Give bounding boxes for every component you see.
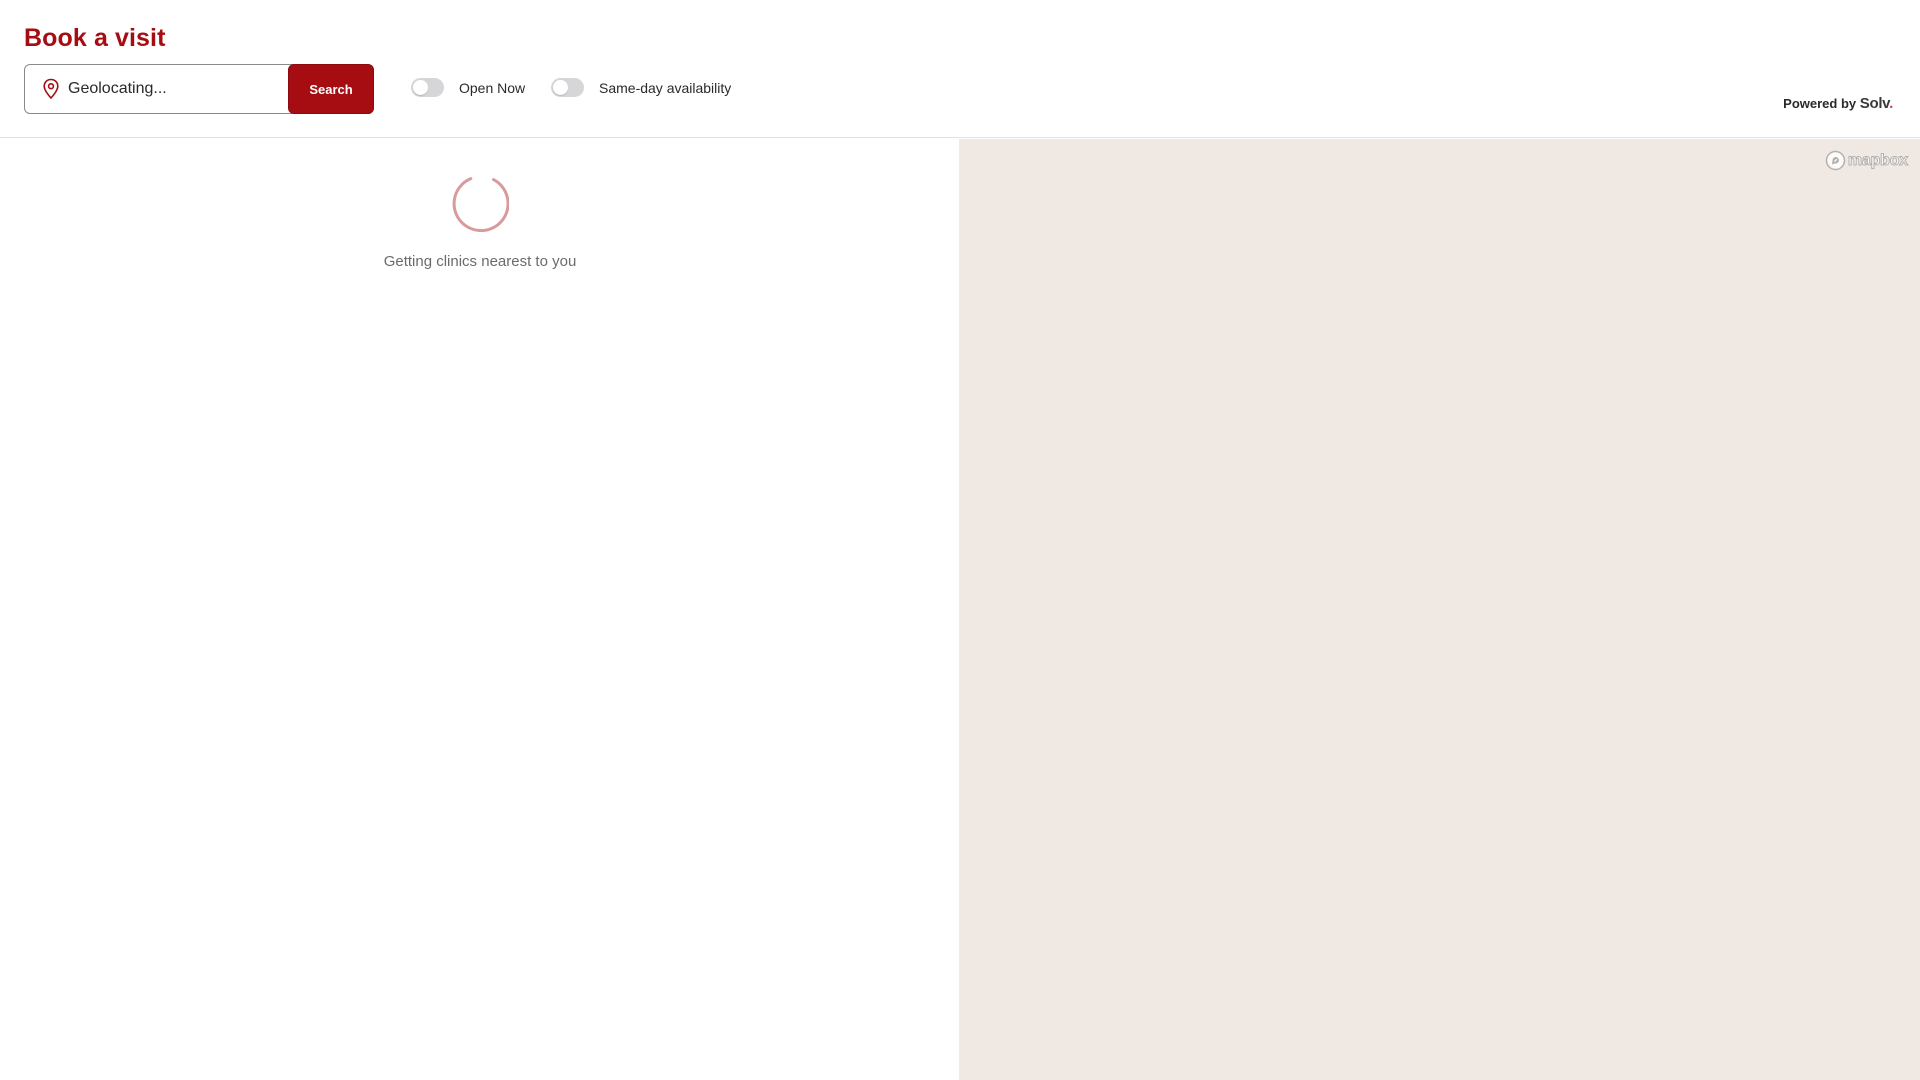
- header: Book a visit Search Open Now Same-day av…: [0, 0, 1920, 138]
- map-pin-icon: [42, 78, 60, 100]
- results-panel: Getting clinics nearest to you: [0, 139, 960, 1080]
- same-day-availability-toggle[interactable]: [551, 78, 584, 97]
- filter-same-day: Same-day availability: [551, 78, 731, 97]
- mapbox-logo-text: mapbox: [1847, 151, 1908, 169]
- powered-by-prefix: Powered by: [1783, 96, 1857, 111]
- location-search-input[interactable]: [68, 75, 288, 103]
- toggle-knob: [553, 80, 568, 95]
- solv-logo[interactable]: Solv.: [1859, 95, 1894, 112]
- solv-logo-dot: .: [1889, 95, 1893, 112]
- mapbox-attribution[interactable]: mapbox: [1825, 150, 1909, 171]
- open-now-label: Open Now: [459, 79, 526, 96]
- page-title: Book a visit: [24, 24, 166, 52]
- loading-message: Getting clinics nearest to you: [383, 253, 577, 270]
- filter-open-now: Open Now: [411, 78, 525, 97]
- search-button[interactable]: Search: [288, 64, 374, 114]
- solv-logo-text: Solv: [1859, 95, 1890, 112]
- map[interactable]: mapbox: [960, 139, 1920, 1080]
- open-now-toggle[interactable]: [411, 78, 444, 97]
- same-day-availability-label: Same-day availability: [599, 79, 732, 96]
- page: Book a visit Search Open Now Same-day av…: [0, 0, 1920, 1080]
- spinner-icon: [451, 174, 510, 233]
- powered-by: Powered by Solv.: [1783, 95, 1893, 112]
- toggle-knob: [413, 80, 428, 95]
- mapbox-icon: [1825, 150, 1846, 171]
